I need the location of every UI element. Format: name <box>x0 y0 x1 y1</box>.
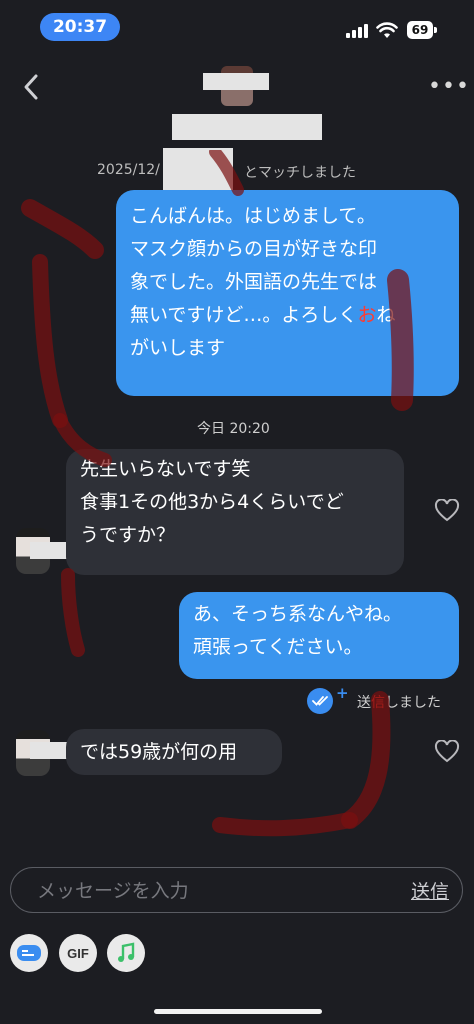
cell-signal-icon <box>346 24 368 38</box>
status-time: 20:37 <box>40 13 120 41</box>
match-notice-prefix: 2025/12/ <box>97 162 160 178</box>
sticker-icon <box>17 945 41 961</box>
message-line: あ、そっち系なんやね。 <box>193 603 403 625</box>
message-line: 先生いらないです笑 <box>80 458 251 480</box>
home-indicator <box>154 1009 322 1014</box>
message-text: ね <box>376 304 396 326</box>
highlighted-char: お <box>357 304 377 326</box>
ellipsis-icon[interactable]: ••• <box>428 74 470 99</box>
heart-icon[interactable] <box>434 499 460 523</box>
sticker-button[interactable] <box>10 934 48 972</box>
sender-name-redacted <box>30 742 70 759</box>
music-note-icon <box>118 942 135 962</box>
message-line: こんばんは。はじめまして。 <box>130 205 376 227</box>
sender-name-redacted <box>30 542 70 559</box>
match-notice-suffix: とマッチしました <box>244 165 356 181</box>
battery-nub <box>434 27 437 33</box>
battery-indicator: 69 <box>407 21 433 39</box>
match-name-redacted <box>163 148 233 192</box>
message-line: 頑張ってください。 <box>193 636 363 658</box>
incoming-message[interactable]: では59歳が何の用 <box>66 729 282 775</box>
outgoing-message[interactable]: こんばんは。はじめまして。 マスク顔からの目が好きな印 象でした。外国語の先生で… <box>116 190 459 396</box>
message-text: 無いですけど…。よろしく <box>130 304 358 326</box>
message-line: うですか？ <box>80 524 176 546</box>
heart-icon[interactable] <box>434 740 460 764</box>
message-input[interactable] <box>35 876 379 906</box>
gif-button[interactable]: GIF <box>59 934 97 972</box>
message-line: 食事1その他3から4くらいでど <box>80 491 344 513</box>
plus-icon: + <box>336 684 349 702</box>
avatar-redaction <box>203 73 269 90</box>
music-button[interactable] <box>107 934 145 972</box>
double-check-icon <box>307 688 333 714</box>
message-line: がいします <box>130 337 226 359</box>
message-line: 無いですけど…。よろしくおね <box>130 299 445 332</box>
message-line: マスク顔からの目が好きな印 <box>130 238 378 260</box>
contact-name-redacted[interactable] <box>172 114 322 140</box>
message-line: 象でした。外国語の先生では <box>130 271 378 293</box>
sent-status: 送信しました <box>357 692 441 712</box>
sent-status-text: 送 <box>357 695 371 711</box>
sent-status-highlight: 信 <box>371 695 385 711</box>
chevron-left-icon[interactable] <box>18 70 44 104</box>
message-composer: 送信 <box>10 867 463 913</box>
sent-status-text: しました <box>385 695 441 711</box>
outgoing-message[interactable]: あ、そっち系なんやね。 頑張ってください。 <box>179 592 459 679</box>
incoming-message[interactable]: 先生いらないです笑 食事1その他3から4くらいでど うですか？ <box>66 449 404 575</box>
date-divider: 今日 20:20 <box>197 421 270 437</box>
wifi-icon <box>376 22 398 38</box>
send-button[interactable]: 送信 <box>411 877 449 904</box>
